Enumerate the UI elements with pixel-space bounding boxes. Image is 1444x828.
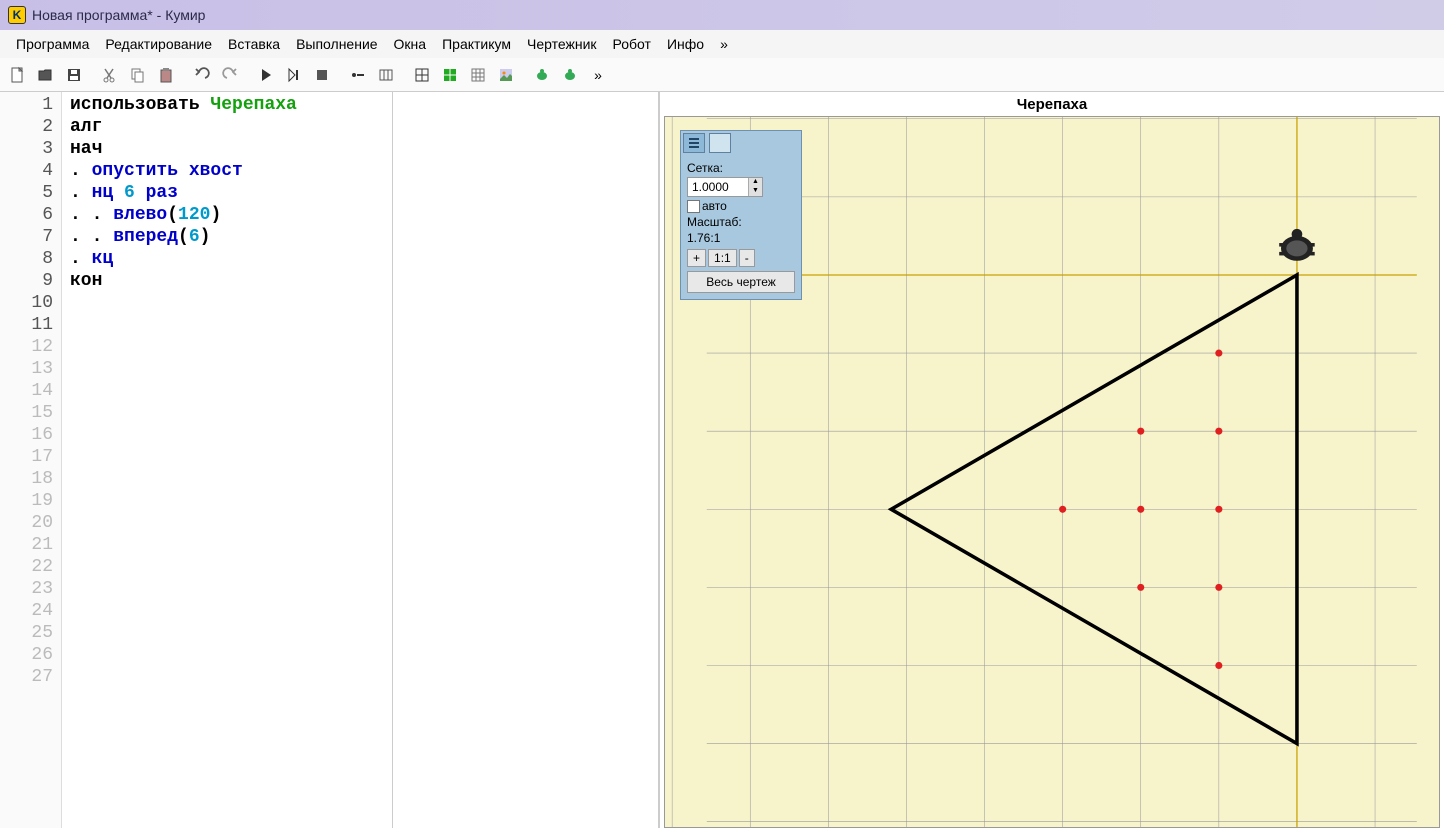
scale-label: Масштаб:	[687, 215, 795, 229]
scale-value: 1.76:1	[687, 231, 795, 245]
line-gutter: 1234567891011121314151617181920212223242…	[0, 92, 62, 828]
grid2-icon[interactable]	[437, 62, 463, 88]
panel-tab-blank[interactable]	[709, 133, 731, 153]
step-icon[interactable]	[281, 62, 307, 88]
watch-icon[interactable]	[373, 62, 399, 88]
zoom-out-button[interactable]: -	[739, 249, 755, 267]
menubar: Программа Редактирование Вставка Выполне…	[0, 30, 1444, 58]
grid1-icon[interactable]	[409, 62, 435, 88]
cut-icon[interactable]	[97, 62, 123, 88]
grid-label: Сетка:	[687, 161, 795, 175]
toolbar-overflow[interactable]: »	[585, 62, 611, 88]
grid3-icon[interactable]	[465, 62, 491, 88]
grid-step-input[interactable]: 1.0000 ▲▼	[687, 177, 763, 197]
menu-robot[interactable]: Робот	[605, 32, 659, 56]
picture-icon[interactable]	[493, 62, 519, 88]
toolbar: »	[0, 58, 1444, 92]
redo-icon[interactable]	[217, 62, 243, 88]
menu-windows[interactable]: Окна	[386, 32, 435, 56]
turtle1-icon[interactable]	[529, 62, 555, 88]
stop-icon[interactable]	[309, 62, 335, 88]
auto-label: авто	[702, 199, 727, 213]
turtle-pane: Черепаха Сетка: 1.0000 ▲▼ авто	[660, 92, 1444, 828]
menu-insert[interactable]: Вставка	[220, 32, 288, 56]
new-file-icon[interactable]	[5, 62, 31, 88]
editor-pane: 1234567891011121314151617181920212223242…	[0, 92, 660, 828]
grid-step-up-icon[interactable]: ▲	[748, 178, 762, 187]
code-area[interactable]: использовать Черепахаалгнач. опустить хв…	[62, 92, 393, 828]
save-file-icon[interactable]	[61, 62, 87, 88]
grid-step-down-icon[interactable]: ▼	[748, 187, 762, 196]
app-icon: K	[8, 6, 26, 24]
menu-edit[interactable]: Редактирование	[97, 32, 220, 56]
panel-tab-menu-icon[interactable]	[683, 133, 705, 153]
titlebar: K Новая программа* - Кумир	[0, 0, 1444, 30]
run-icon[interactable]	[253, 62, 279, 88]
undo-icon[interactable]	[189, 62, 215, 88]
auto-checkbox[interactable]	[687, 200, 700, 213]
zoom-in-button[interactable]: +	[687, 249, 706, 267]
window-title: Новая программа* - Кумир	[32, 7, 205, 23]
turtle2-icon[interactable]	[557, 62, 583, 88]
turtle-control-panel: Сетка: 1.0000 ▲▼ авто Масштаб: 1.76:1 + …	[680, 130, 802, 300]
menu-program[interactable]: Программа	[8, 32, 97, 56]
menu-draftsman[interactable]: Чертежник	[519, 32, 605, 56]
fit-all-button[interactable]: Весь чертеж	[687, 271, 795, 293]
menu-run[interactable]: Выполнение	[288, 32, 385, 56]
copy-icon[interactable]	[125, 62, 151, 88]
zoom-reset-button[interactable]: 1:1	[708, 249, 737, 267]
open-file-icon[interactable]	[33, 62, 59, 88]
workspace: 1234567891011121314151617181920212223242…	[0, 92, 1444, 828]
breakpoint-icon[interactable]	[345, 62, 371, 88]
editor-margin	[393, 92, 658, 828]
turtle-pane-title: Черепаха	[660, 92, 1444, 115]
menu-practicum[interactable]: Практикум	[434, 32, 519, 56]
paste-icon[interactable]	[153, 62, 179, 88]
menu-overflow[interactable]: »	[712, 32, 736, 56]
menu-info[interactable]: Инфо	[659, 32, 712, 56]
